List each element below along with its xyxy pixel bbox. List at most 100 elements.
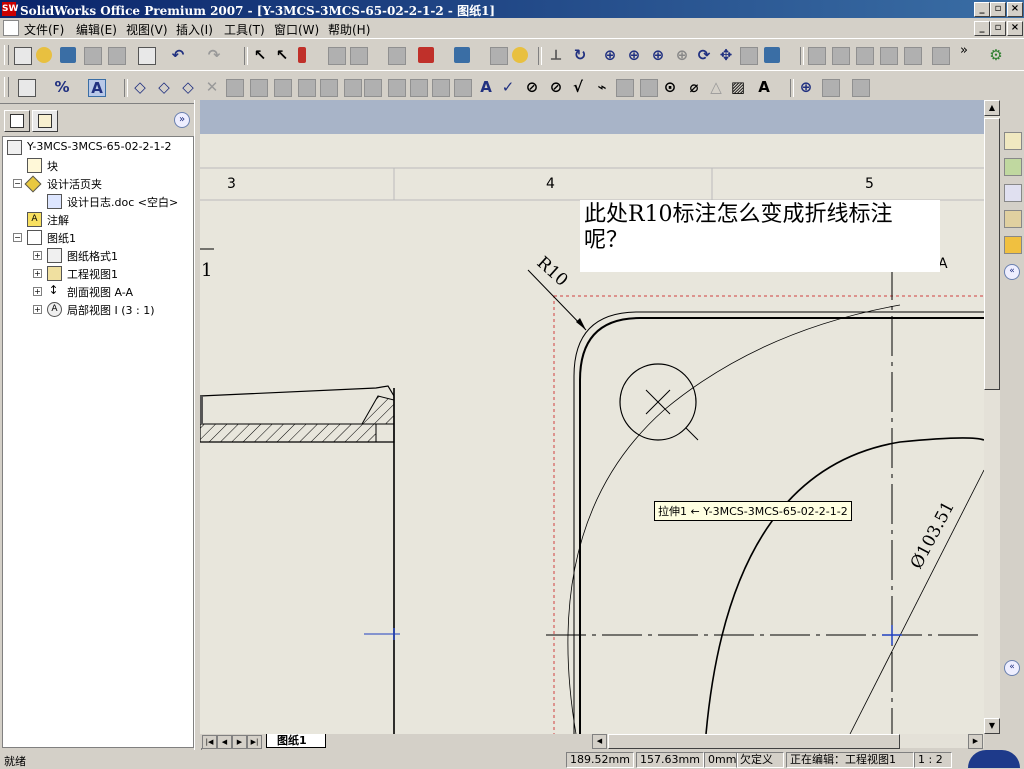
weld-symbol-icon[interactable] (388, 79, 406, 97)
table-icon[interactable] (852, 79, 870, 97)
datum-feature-icon[interactable] (640, 79, 658, 97)
expander-icon[interactable]: − (13, 179, 22, 188)
toolbar-grip[interactable] (4, 45, 9, 65)
display-style-icon[interactable] (740, 47, 758, 65)
doc-close-button[interactable]: × (1007, 21, 1023, 36)
horizontal-scrollbar[interactable]: ◀ ▶ (592, 734, 984, 749)
area-hatch-icon[interactable]: ▨ (730, 79, 746, 95)
expander-icon[interactable]: + (33, 287, 42, 296)
view-palette-pane-icon[interactable] (1004, 210, 1022, 228)
last-sheet-icon[interactable]: ▶| (247, 735, 262, 749)
menu-tools[interactable]: 工具(T) (224, 21, 265, 38)
first-sheet-icon[interactable]: |◀ (202, 735, 217, 749)
auto-balloon-icon[interactable]: ⊘ (548, 79, 564, 95)
autoballoon-icon[interactable] (344, 79, 362, 97)
solidworks-app-icon[interactable]: SW (2, 2, 18, 16)
scroll-left-arrow-icon[interactable]: ◀ (592, 734, 607, 749)
model-items-icon[interactable] (274, 79, 292, 97)
redo-icon[interactable]: ↷ (206, 47, 222, 63)
doc-restore-button[interactable]: ▫ (990, 21, 1006, 36)
zoom-in-out-icon[interactable]: ⊕ (650, 47, 666, 63)
baseline-dimension-icon[interactable]: ✕ (204, 79, 220, 95)
abc-spelling-icon[interactable]: ✓ (500, 79, 516, 95)
close-button[interactable]: × (1007, 2, 1023, 17)
3d-box-icon[interactable] (418, 47, 434, 63)
help-icon[interactable] (512, 47, 528, 63)
window-layout-icon[interactable] (454, 47, 470, 63)
weld-icon[interactable]: ⌁ (594, 79, 610, 95)
select-filter-icon[interactable]: ↖ (274, 47, 290, 63)
block-insert-icon[interactable]: A (756, 79, 772, 95)
geometric-tol-frame-icon[interactable] (616, 79, 634, 97)
graphics-area[interactable]: 3 4 5 1 R10 Ø103.51 A 此处R10标注怎么变成折线标注呢？ … (200, 100, 984, 734)
search-folder-icon[interactable] (1004, 236, 1022, 254)
center-mark-icon[interactable]: ⊕ (798, 79, 814, 95)
layer-icon[interactable] (18, 79, 36, 97)
shaded-edges-icon[interactable] (880, 47, 898, 65)
expander-icon[interactable]: − (13, 233, 22, 242)
collapse-chevron-icon[interactable]: » (174, 112, 190, 128)
menu-insert[interactable]: 插入(I) (176, 21, 213, 38)
toolbar-grip[interactable] (4, 77, 9, 97)
hole-callout-icon[interactable] (410, 79, 428, 97)
menu-file[interactable]: 文件(F) (24, 21, 64, 38)
chamfer-dim-icon[interactable] (250, 79, 268, 97)
perspective-icon[interactable] (932, 47, 950, 65)
scroll-up-arrow-icon[interactable]: ▲ (984, 100, 1000, 116)
tab-sheet1[interactable]: 图纸1 (266, 734, 326, 748)
scroll-thumb[interactable] (984, 118, 1000, 390)
open-folder-icon[interactable] (36, 47, 52, 63)
expand-task-pane-icon[interactable]: « (1004, 264, 1020, 280)
maximize-button[interactable]: ▫ (990, 2, 1006, 17)
expander-icon[interactable]: + (33, 269, 42, 278)
horizontal-dimension-icon[interactable]: ◇ (156, 79, 172, 95)
line-format-icon[interactable]: % (54, 79, 70, 95)
new-file-icon[interactable] (14, 47, 32, 65)
hidden-lines-icon[interactable] (832, 47, 850, 65)
format-painter-icon[interactable] (320, 79, 338, 97)
smart-dimension-icon[interactable]: ◇ (132, 79, 148, 95)
panel-drag-handle[interactable] (200, 396, 203, 424)
h-scroll-thumb[interactable] (608, 734, 900, 749)
shaded-icon[interactable] (904, 47, 922, 65)
view-palette-icon[interactable] (350, 47, 368, 65)
ordinate-icon[interactable] (226, 79, 244, 97)
redraw-icon[interactable]: ⟳ (696, 47, 712, 63)
grid-icon[interactable] (328, 47, 346, 65)
rotate-icon[interactable]: ↻ (572, 47, 588, 63)
hole-callout-symbol-icon[interactable]: ⌀ (686, 79, 702, 95)
home-icon[interactable] (1004, 132, 1022, 150)
select-cursor-icon[interactable]: ↖ (252, 47, 268, 63)
hidden-removed-icon[interactable] (856, 47, 874, 65)
note-text-icon[interactable]: A (478, 79, 494, 95)
print-preview-icon[interactable] (84, 47, 102, 65)
next-sheet-icon[interactable]: ▶ (232, 735, 247, 749)
scroll-down-arrow-icon[interactable]: ▼ (984, 718, 1000, 734)
tab-property-manager[interactable] (32, 110, 58, 132)
save-icon[interactable] (60, 47, 76, 63)
pan-icon[interactable]: ✥ (718, 47, 734, 63)
zoom-selection-icon[interactable]: ⊕ (674, 47, 690, 63)
macro-icon[interactable]: ⚙ (988, 47, 1004, 63)
toolbar-overflow-chevron[interactable]: » (960, 43, 968, 58)
view-orientation-icon[interactable] (764, 47, 780, 63)
wireframe-icon[interactable] (808, 47, 826, 65)
print-icon[interactable] (138, 47, 156, 65)
menu-help[interactable]: 帮助(H) (328, 21, 370, 38)
expander-icon[interactable]: + (33, 251, 42, 260)
minimize-button[interactable]: _ (974, 2, 990, 17)
expand-task-pane-icon[interactable]: « (1004, 660, 1020, 676)
status-scale[interactable]: 1 : 2 (914, 752, 952, 768)
spell-check-icon[interactable] (298, 79, 316, 97)
prev-sheet-icon[interactable]: ◀ (217, 735, 232, 749)
scroll-right-arrow-icon[interactable]: ▶ (968, 734, 983, 749)
centerline-icon[interactable] (822, 79, 840, 97)
vertical-scrollbar[interactable]: ▲ ▼ (984, 100, 1000, 734)
revision-symbol-icon[interactable]: △ (708, 79, 724, 95)
menu-edit[interactable]: 编辑(E) (76, 21, 117, 38)
expander-icon[interactable]: + (33, 305, 42, 314)
list-icon[interactable] (490, 47, 508, 65)
stacked-balloon-icon[interactable] (364, 79, 382, 97)
doc-minimize-button[interactable]: _ (974, 21, 990, 36)
surface-finish-icon[interactable]: √ (570, 79, 586, 95)
